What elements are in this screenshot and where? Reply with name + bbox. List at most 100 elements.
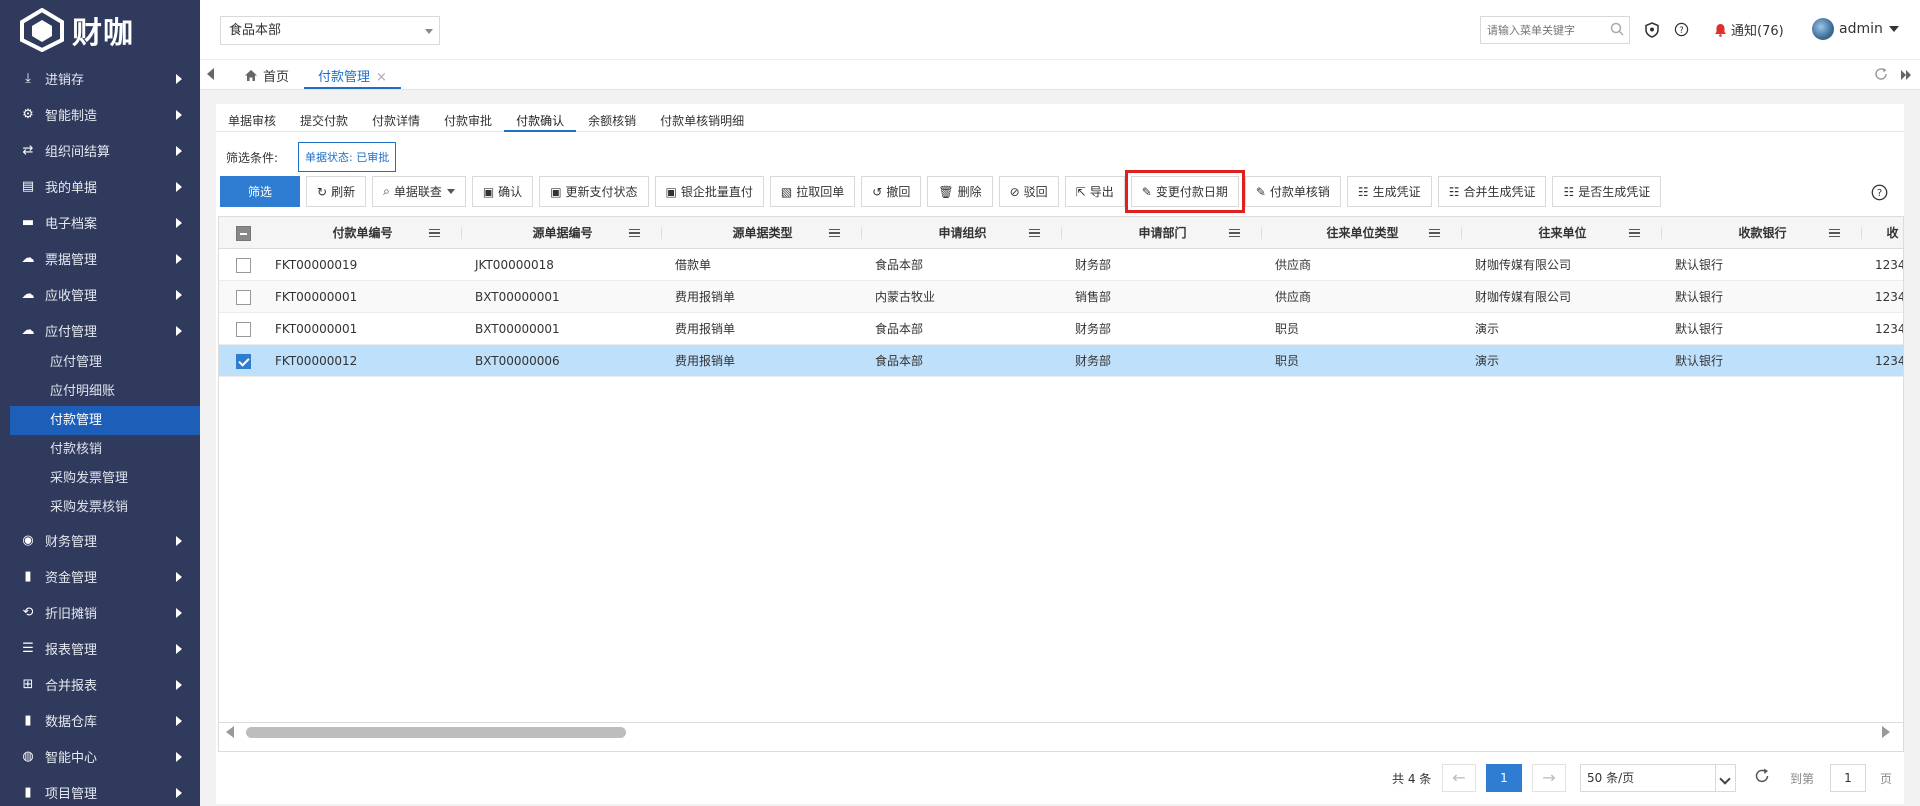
- scroll-left-arrow-icon[interactable]: [226, 726, 234, 738]
- sidebar-subitem[interactable]: 应付明细账: [0, 377, 200, 406]
- toolbar-button[interactable]: ☷ 合并生成凭证: [1437, 176, 1547, 207]
- sidebar-subitem[interactable]: 付款管理: [10, 406, 200, 435]
- sidebar-item[interactable]: ⚙ 智能制造: [0, 96, 200, 132]
- column-divider[interactable]: [1261, 227, 1262, 239]
- tab-scroll-left-icon[interactable]: [207, 68, 214, 80]
- table-row[interactable]: FKT00000001 BXT00000001 费用报销单 内蒙古牧业 销售部 供应商 财咖…: [219, 281, 1903, 313]
- shield-icon[interactable]: [1644, 22, 1660, 41]
- subtab[interactable]: 付款审批: [432, 104, 504, 132]
- next-page-button[interactable]: →: [1532, 764, 1566, 792]
- select-all-checkbox[interactable]: [219, 217, 263, 249]
- tab-home[interactable]: 首页: [244, 66, 289, 85]
- column-menu-icon[interactable]: [1829, 229, 1840, 237]
- column-menu-icon[interactable]: [629, 229, 640, 237]
- close-icon[interactable]: ×: [376, 70, 387, 85]
- column-header[interactable]: 往来单位类型: [1263, 217, 1463, 249]
- column-header[interactable]: 收: [1863, 217, 1903, 249]
- row-checkbox[interactable]: [219, 313, 263, 345]
- toolbar-button[interactable]: ▧ 拉取回单: [769, 176, 856, 207]
- sidebar-subitem[interactable]: 付款核销: [0, 435, 200, 464]
- filter-chip-status[interactable]: 单据状态: 已审批: [298, 142, 397, 172]
- toolbar-button[interactable]: ↺ 撤回: [861, 176, 922, 207]
- column-menu-icon[interactable]: [1229, 229, 1240, 237]
- toolbar-button[interactable]: ⌕ 单据联查: [372, 176, 466, 207]
- column-divider[interactable]: [461, 227, 462, 239]
- column-header[interactable]: 源单据编号: [463, 217, 663, 249]
- sidebar-item[interactable]: ☁ 应付管理: [0, 312, 200, 348]
- sidebar-item[interactable]: ▤ 我的单据: [0, 168, 200, 204]
- sidebar-item[interactable]: ◍ 智能中心: [0, 738, 200, 774]
- column-menu-icon[interactable]: [829, 229, 840, 237]
- table-row[interactable]: FKT00000001 BXT00000001 费用报销单 食品本部 财务部 职员 演示 默认…: [219, 313, 1903, 345]
- notification-button[interactable]: 通知(76): [1714, 20, 1784, 39]
- toolbar-button[interactable]: ☷ 是否生成凭证: [1552, 176, 1662, 207]
- column-divider[interactable]: [661, 227, 662, 239]
- scroll-right-arrow-icon[interactable]: [1882, 726, 1890, 738]
- column-menu-icon[interactable]: [1029, 229, 1040, 237]
- current-page-button[interactable]: 1: [1486, 764, 1522, 792]
- column-header[interactable]: 源单据类型: [663, 217, 863, 249]
- subtab[interactable]: 单据审核: [216, 104, 288, 132]
- column-divider[interactable]: [1061, 227, 1062, 239]
- subtab[interactable]: 余额核销: [576, 104, 648, 132]
- toolbar-button[interactable]: ▣ 更新支付状态: [539, 176, 649, 207]
- tab-scroll-right-icon[interactable]: [1900, 69, 1912, 84]
- page-size-select[interactable]: 50 条/页: [1580, 764, 1736, 792]
- help-icon[interactable]: ?: [1674, 22, 1689, 40]
- toolbar-button[interactable]: ✎ 付款单核销: [1244, 176, 1341, 207]
- subtab[interactable]: 付款详情: [360, 104, 432, 132]
- sidebar-item[interactable]: ▮ 资金管理: [0, 558, 200, 594]
- column-menu-icon[interactable]: [429, 229, 440, 237]
- row-checkbox[interactable]: [219, 345, 263, 377]
- table-row[interactable]: FKT00000019 JKT00000018 借款单 食品本部 财务部 供应商 财咖传媒有…: [219, 249, 1903, 281]
- column-divider[interactable]: [1461, 227, 1462, 239]
- sidebar-item[interactable]: ▬ 电子档案: [0, 204, 200, 240]
- toolbar-button[interactable]: ☷ 生成凭证: [1346, 176, 1432, 207]
- toolbar-button[interactable]: 🗑 删除: [927, 176, 993, 207]
- column-header[interactable]: 收款银行: [1663, 217, 1863, 249]
- sidebar-item[interactable]: ▮ 数据仓库: [0, 702, 200, 738]
- sidebar-item[interactable]: ☁ 票据管理: [0, 240, 200, 276]
- menu-search-input[interactable]: [1480, 16, 1630, 44]
- subtab[interactable]: 付款确认: [504, 104, 577, 132]
- sidebar-subitem[interactable]: 采购发票管理: [0, 464, 200, 493]
- subtab[interactable]: 提交付款: [288, 104, 360, 132]
- help-icon[interactable]: ?: [1871, 184, 1888, 204]
- column-header[interactable]: 申请组织: [863, 217, 1063, 249]
- column-divider[interactable]: [1861, 227, 1862, 239]
- sidebar-item[interactable]: ⟲ 折旧摊销: [0, 594, 200, 630]
- horizontal-scrollbar[interactable]: [218, 710, 1904, 752]
- column-divider[interactable]: [1661, 227, 1662, 239]
- row-checkbox[interactable]: [219, 281, 263, 313]
- column-header[interactable]: 付款单编号: [263, 217, 463, 249]
- sidebar-item[interactable]: ▮ 项目管理: [0, 774, 200, 806]
- refresh-icon[interactable]: [1754, 768, 1770, 788]
- search-icon[interactable]: [1610, 22, 1624, 39]
- toolbar-button[interactable]: ↻ 刷新: [306, 176, 367, 207]
- sidebar-item[interactable]: ⤓ 进销存: [0, 60, 200, 96]
- column-divider[interactable]: [861, 227, 862, 239]
- scrollbar-thumb[interactable]: [246, 727, 626, 738]
- reload-icon[interactable]: [1874, 67, 1888, 85]
- column-menu-icon[interactable]: [1629, 229, 1640, 237]
- sidebar-item[interactable]: ☰ 报表管理: [0, 630, 200, 666]
- sidebar-item[interactable]: ☁ 应收管理: [0, 276, 200, 312]
- goto-page-input[interactable]: 1: [1830, 764, 1866, 792]
- toolbar-button[interactable]: ✎ 变更付款日期: [1124, 170, 1245, 213]
- chevron-down-icon[interactable]: [1715, 765, 1735, 791]
- prev-page-button[interactable]: ←: [1442, 764, 1476, 792]
- toolbar-button[interactable]: 筛选: [220, 176, 300, 207]
- toolbar-button[interactable]: ▣ 确认: [471, 176, 534, 207]
- column-menu-icon[interactable]: [1429, 229, 1440, 237]
- column-header[interactable]: 申请部门: [1063, 217, 1263, 249]
- tab-payment-management[interactable]: 付款管理 ×: [304, 60, 401, 89]
- toolbar-button[interactable]: ⊘ 驳回: [998, 176, 1059, 207]
- sidebar-item[interactable]: ⊞ 合并报表: [0, 666, 200, 702]
- sidebar-subitem[interactable]: 采购发票核销: [0, 493, 200, 522]
- sidebar-item[interactable]: ◉ 财务管理: [0, 522, 200, 558]
- user-menu[interactable]: admin: [1812, 18, 1899, 40]
- subtab[interactable]: 付款单核销明细: [648, 104, 756, 132]
- sidebar-item[interactable]: ⇄ 组织间结算: [0, 132, 200, 168]
- toolbar-button[interactable]: ▣ 银企批量直付: [654, 176, 764, 207]
- sidebar-subitem[interactable]: 应付管理: [0, 348, 200, 377]
